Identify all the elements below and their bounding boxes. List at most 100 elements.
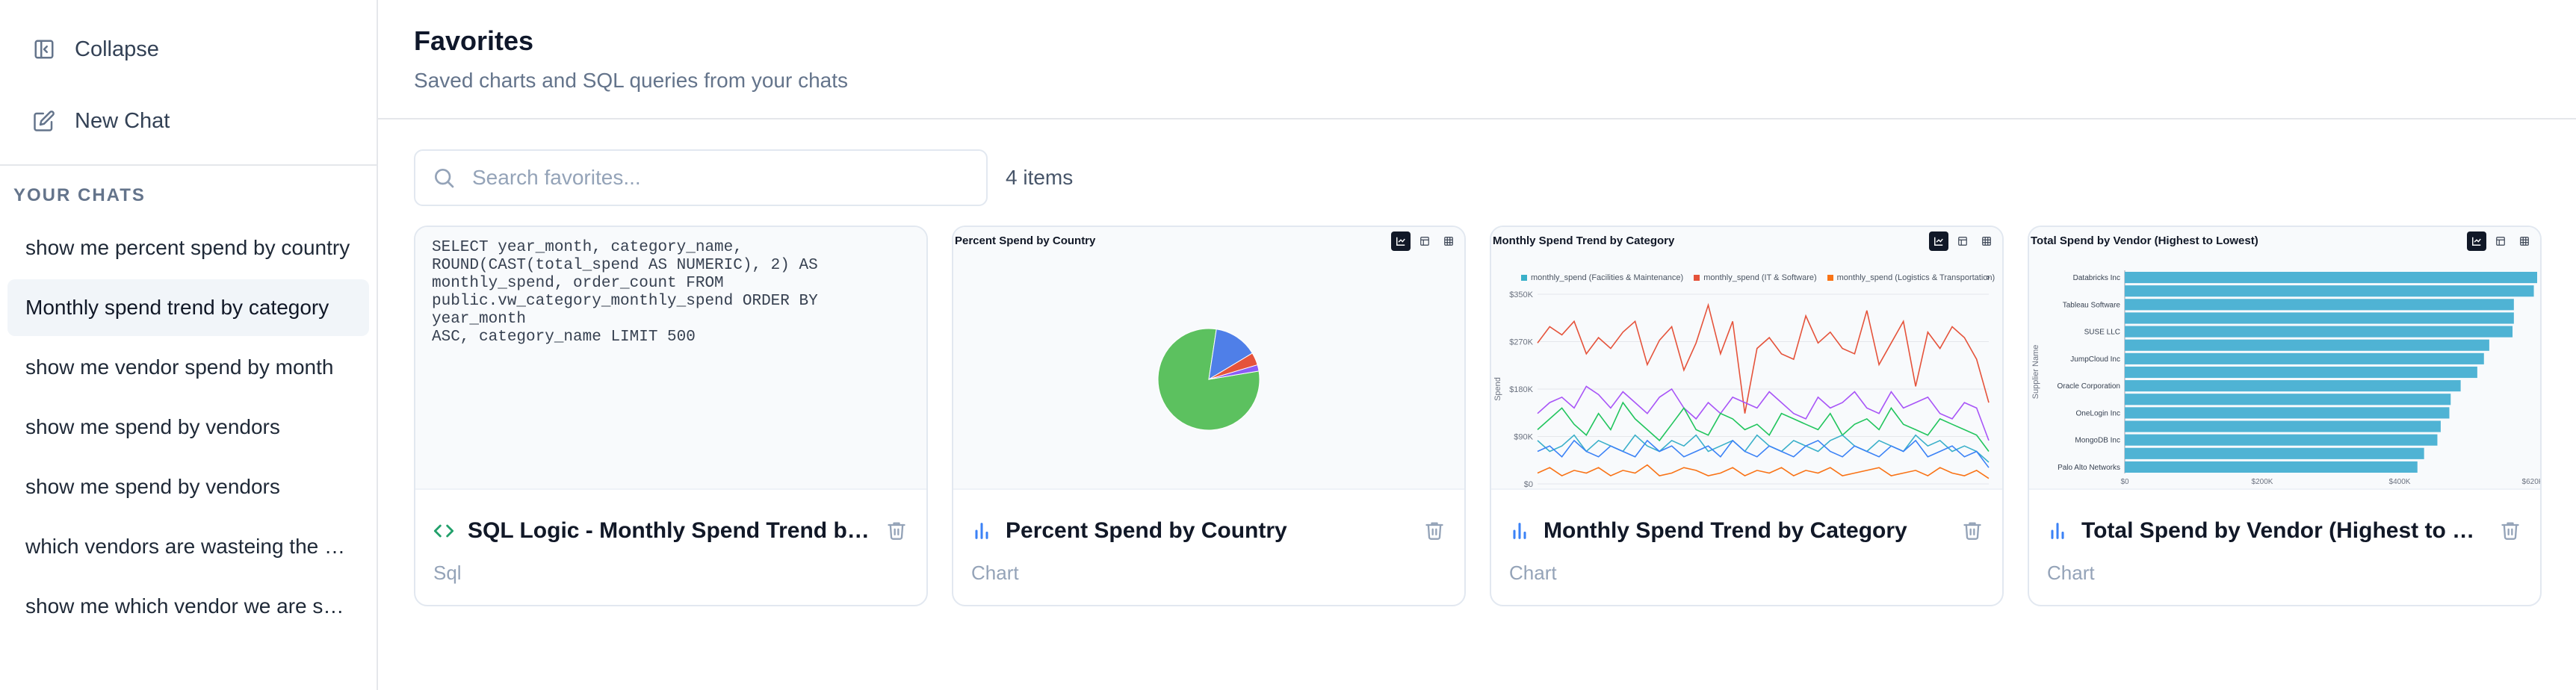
chat-item-active[interactable]: Monthly spend trend by category [7,279,369,336]
sql-code: SELECT year_month, category_name, ROUND(… [432,239,818,346]
page-title: Favorites [414,25,534,56]
favorite-card-chart[interactable]: Percent Spend by Country Percent Spend b… [952,226,1466,606]
y-tick-label: $270K [1509,338,1533,347]
bar [2125,434,2438,446]
bar-chart-icon [1509,520,1532,542]
y-axis-label: Spend [1493,377,1502,401]
chat-item-label: Monthly spend trend by category [25,296,329,319]
chart-preview: Total Spend by Vendor (Highest to Lowest… [2029,227,2540,490]
x-tick-label: $200K [2252,478,2273,486]
app-window: Collapse New Chat YOUR CHATS show me per… [0,0,2576,690]
y-tick-label: $90K [1514,433,1533,442]
x-tick-label: $400K [2389,478,2411,486]
x-tick-label: $0 [2120,478,2129,486]
bar [2125,326,2513,338]
bar [2125,299,2514,311]
card-kind: Chart [2047,562,2095,584]
new-chat-button[interactable]: New Chat [0,97,377,145]
card-title: SQL Logic - Monthly Spend Trend by Categ… [468,518,874,543]
chat-list: show me percent spend by country Monthly… [0,220,377,635]
favorites-grid: SELECT year_month, category_name, ROUND(… [378,212,2576,606]
card-kind: Chart [971,562,1019,584]
category-label: JumpCloud Inc [2070,355,2120,364]
favorite-card-chart[interactable]: Total Spend by Vendor (Highest to Lowest… [2028,226,2542,606]
card-kind: Chart [1509,562,1557,584]
main-content: Favorites Saved charts and SQL queries f… [378,0,2576,690]
pie-chart [1157,328,1260,431]
y-tick-label: $180K [1509,385,1533,394]
bar [2125,380,2461,392]
bar-chart-icon [971,520,994,542]
bar-chart-icon [2047,520,2069,542]
bar [2125,461,2418,473]
delete-icon[interactable] [1424,520,1446,542]
series-line [1537,464,1990,479]
category-label: Palo Alto Networks [2058,464,2120,472]
sidebar: Collapse New Chat YOUR CHATS show me per… [0,0,378,690]
delete-icon[interactable] [886,520,908,542]
bar-chart: Databricks Inc Tableau Software SUSE LLC Ju… [2031,270,2540,486]
chat-item-label: which vendors are wasteing the most mone… [25,535,351,558]
card-footer: Monthly Spend Trend by Category Chart [1491,508,2002,585]
chart-preview: Percent Spend by Country [953,227,1464,490]
chat-item[interactable]: show me which vendor we are spending mos… [7,578,369,635]
bar [2125,285,2534,297]
chat-item-label: show me which vendor we are spending mos… [25,594,351,618]
delete-icon[interactable] [2500,520,2522,542]
collapse-button[interactable]: Collapse [0,25,377,73]
page-header: Favorites Saved charts and SQL queries f… [378,0,2576,119]
bar [2125,407,2450,419]
favorite-card-chart[interactable]: Monthly Spend Trend by Category monthly_… [1490,226,2004,606]
sidebar-actions: Collapse New Chat [0,0,377,166]
x-tick-label: $620K [2522,478,2540,486]
card-title: Monthly Spend Trend by Category [1544,518,1907,543]
chat-item-label: show me spend by vendors [25,415,280,438]
bar [2125,447,2424,459]
search-icon [432,166,456,190]
category-label: SUSE LLC [2084,329,2120,337]
page-subtitle: Saved charts and SQL queries from your c… [414,69,849,92]
chat-item[interactable]: show me percent spend by country [7,220,369,276]
bar [2125,366,2477,379]
chat-item-label: show me vendor spend by month [25,355,334,379]
category-label: OneLogin Inc [2076,409,2121,417]
search-input[interactable] [472,166,965,190]
card-footer: Total Spend by Vendor (Highest to Lowest… [2029,508,2540,585]
bar [2125,352,2484,364]
item-count: 4 items [1006,166,1074,189]
chat-item[interactable]: show me spend by vendors [7,459,369,515]
bar [2125,339,2489,351]
chat-item[interactable]: which vendors are wasteing the most mone… [7,518,369,575]
series-line [1537,439,1990,468]
category-label: Databricks Inc [2073,274,2120,282]
card-kind: Sql [433,562,462,584]
collapse-icon [31,37,57,62]
category-label: Tableau Software [2063,301,2121,309]
new-chat-label: New Chat [75,108,170,133]
edit-icon [31,108,57,134]
chat-item-label: show me spend by vendors [25,475,280,498]
category-label: Oracle Corporation [2058,382,2120,391]
line-chart: $0 $90K $180K $270K $350K Spend › [1493,272,1990,489]
favorites-toolbar: 4 items [378,119,2576,212]
bar [2125,272,2537,284]
your-chats-heading: YOUR CHATS [13,185,146,205]
card-title: Percent Spend by Country [1006,518,1287,543]
legend-next-icon: › [1986,272,1990,284]
card-footer: Percent Spend by Country Chart [953,508,1464,585]
favorite-card-sql[interactable]: SELECT year_month, category_name, ROUND(… [414,226,928,606]
y-axis-label: Supplier Name [2031,345,2040,400]
search-box [414,149,988,206]
sql-preview: SELECT year_month, category_name, ROUND(… [415,227,926,490]
chart-preview: Monthly Spend Trend by Category monthly_… [1491,227,2002,490]
chat-item[interactable]: show me vendor spend by month [7,339,369,396]
card-title: Total Spend by Vendor (Highest to Lowest… [2081,518,2488,543]
chat-item[interactable]: show me spend by vendors [7,399,369,456]
delete-icon[interactable] [1962,520,1984,542]
bar [2125,420,2441,432]
y-tick-label: $0 [1524,480,1533,489]
code-icon [433,520,456,542]
series-line [1537,302,1990,414]
category-label: MongoDB Inc [2075,437,2120,445]
bar [2125,312,2514,324]
